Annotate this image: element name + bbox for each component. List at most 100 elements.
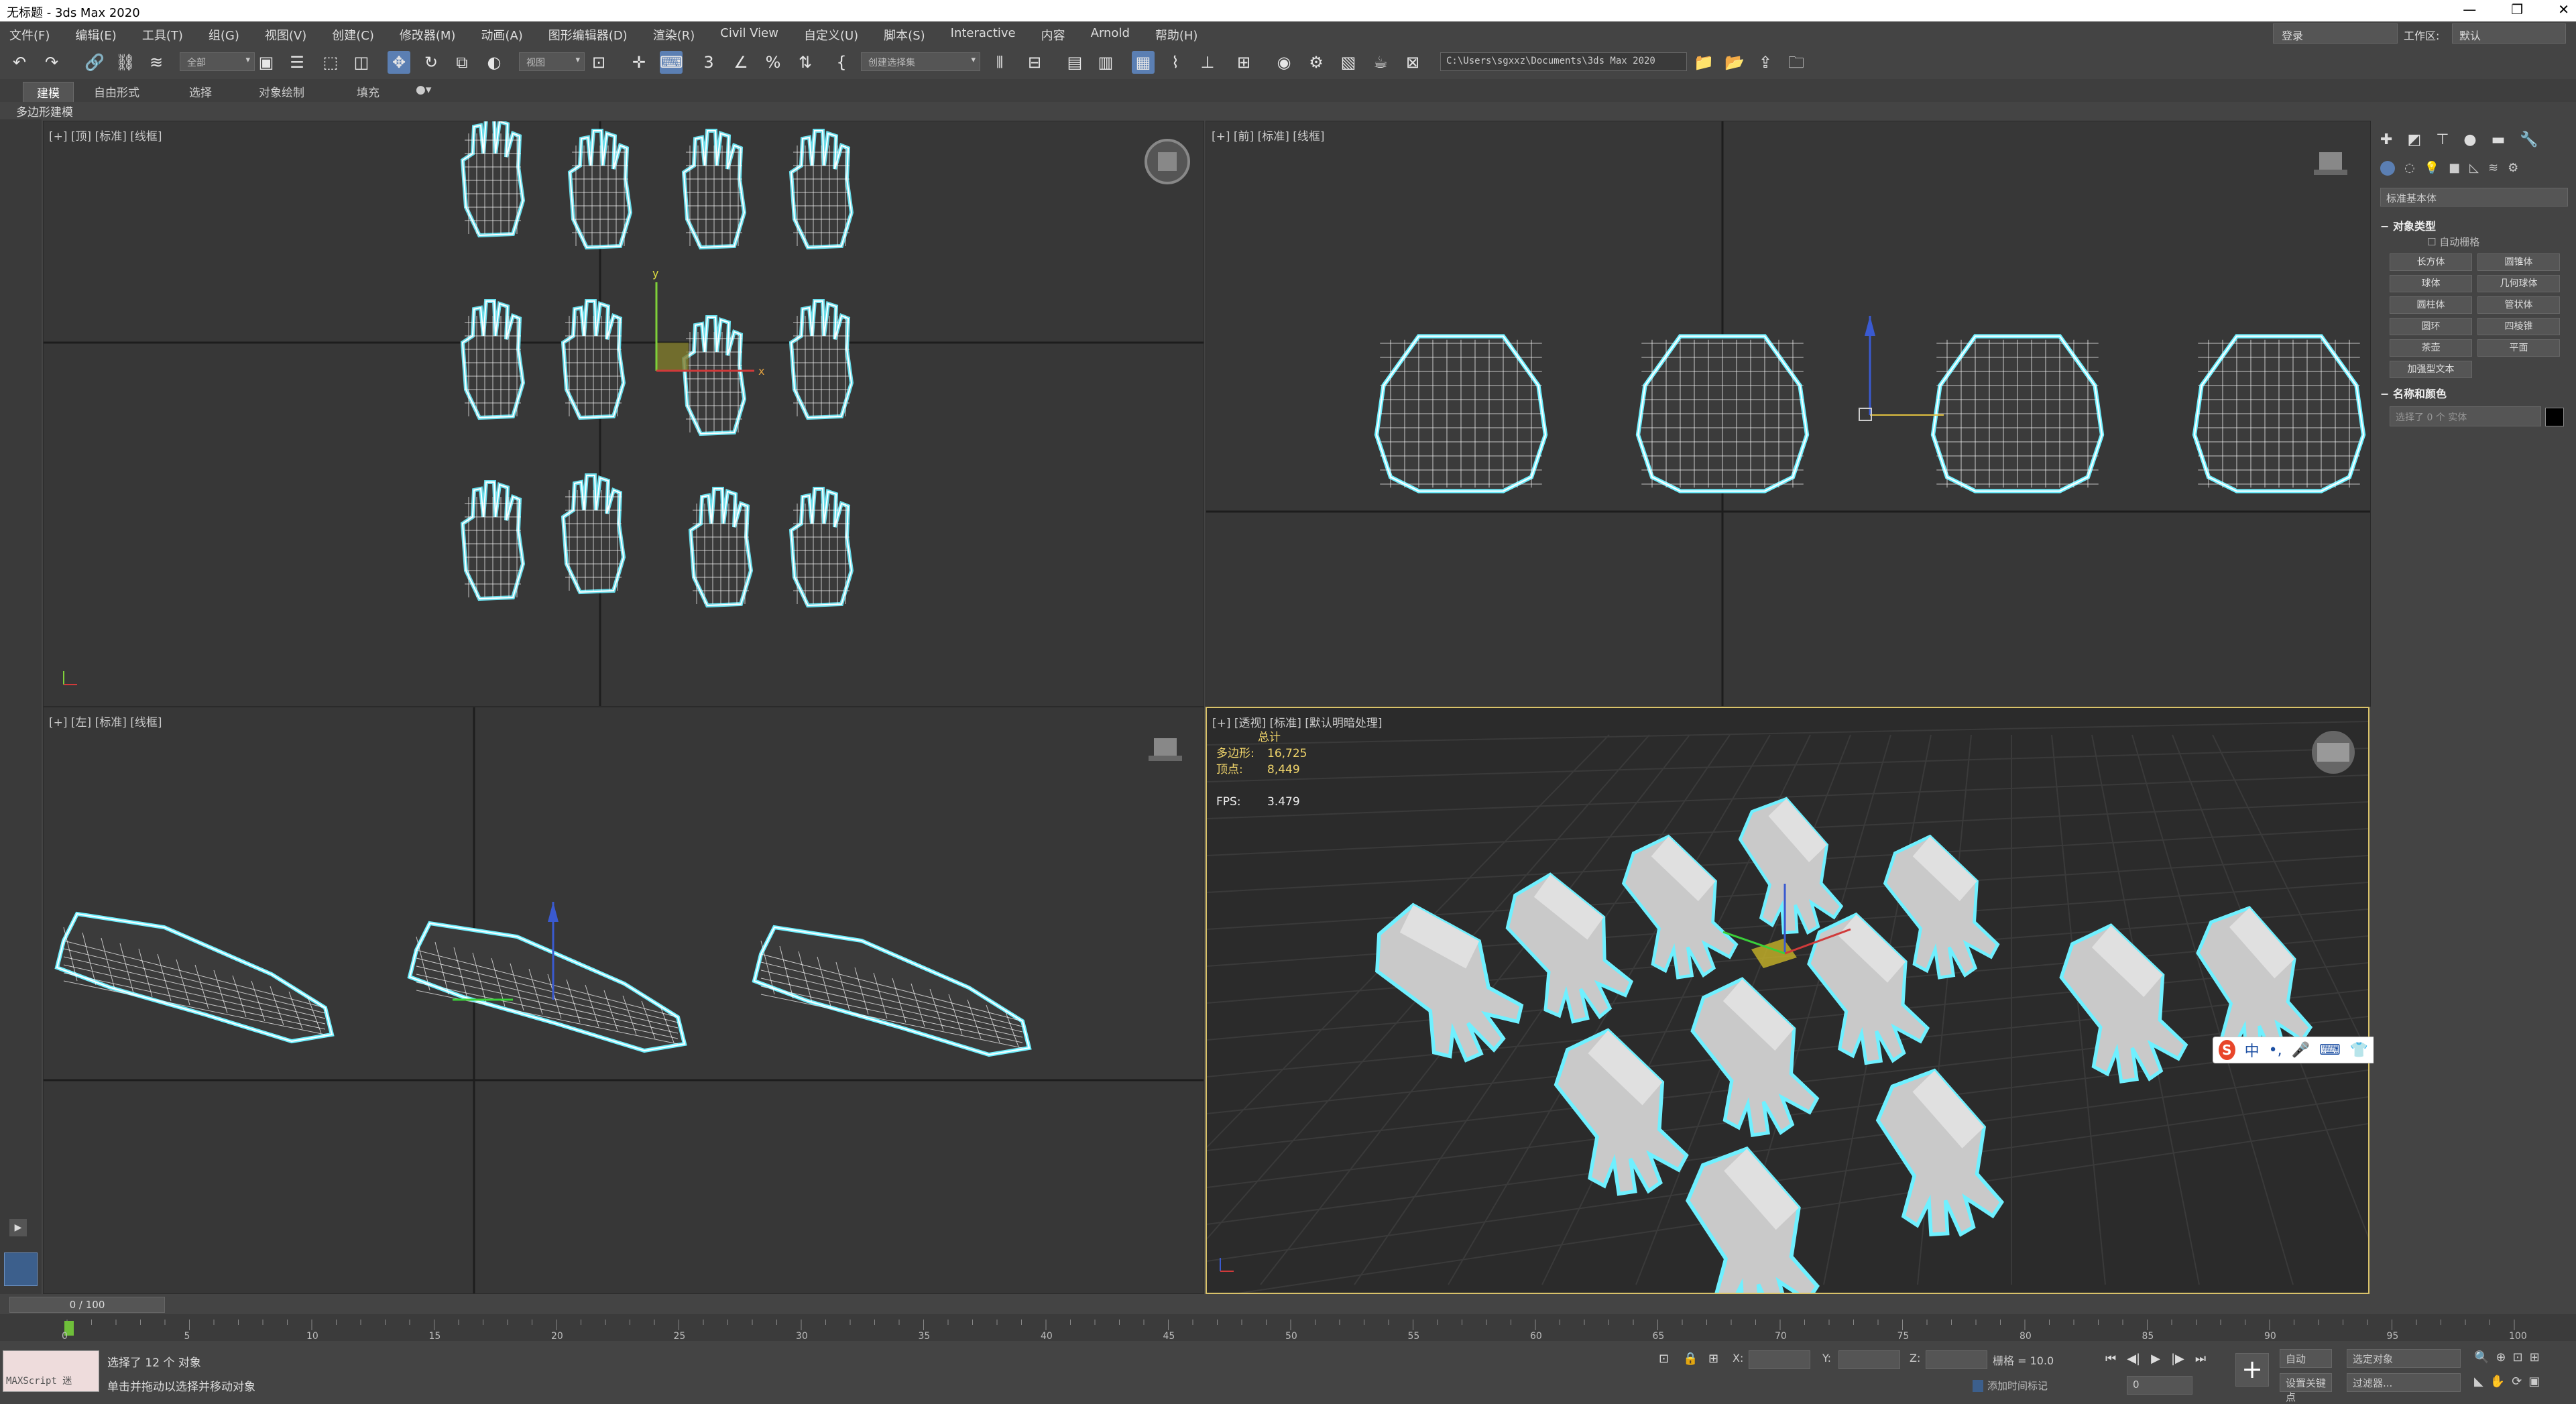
render-production-icon[interactable]: ☕ [1369,51,1392,74]
close-button[interactable]: ✕ [2558,1,2569,17]
primitive-button-1[interactable]: 圆锥体 [2477,253,2560,271]
hierarchy-tab-icon[interactable]: ⊤ [2436,131,2449,148]
mirror-icon[interactable]: ⫴ [988,51,1011,74]
menu-item-12[interactable]: 脚本(S) [884,26,925,44]
maximize-button[interactable]: ❐ [2511,1,2523,17]
left-hand-0[interactable] [54,911,335,1044]
add-time-tag[interactable]: 添加时间标记 [1973,1379,2048,1393]
primitive-category-dropdown[interactable]: 标准基本体 [2380,188,2568,207]
select-by-name-icon[interactable]: ☰ [286,51,308,74]
top-hand-10[interactable] [688,487,754,608]
minimize-button[interactable]: — [2463,1,2476,17]
polygon-modeling-label[interactable]: 多边形建模 [16,103,73,119]
pan-icon[interactable]: ✋ [2490,1374,2505,1389]
goto-start-icon[interactable]: ⏮ [2105,1352,2116,1366]
maxscript-listener[interactable]: MAXScript 迷 [3,1350,99,1392]
curve-editor-icon[interactable]: ⌇ [1164,51,1187,74]
ribbon-tab-modeling[interactable]: 建模 [23,82,74,103]
z-coord-field[interactable] [1926,1350,1987,1369]
gizmo-plane[interactable] [656,343,689,371]
menu-item-0[interactable]: 文件(F) [9,26,50,44]
primitive-button-5[interactable]: 管状体 [2477,296,2560,314]
menu-item-7[interactable]: 动画(A) [481,26,522,44]
primitive-button-6[interactable]: 圆环 [2390,318,2472,335]
redo-icon[interactable]: ↷ [40,51,63,74]
menu-item-3[interactable]: 组(G) [209,26,239,44]
front-hand-1[interactable] [1635,334,1810,493]
primitive-button-7[interactable]: 四棱锥 [2477,318,2560,335]
spacewarps-icon[interactable]: ≋ [2488,161,2498,176]
menu-item-14[interactable]: 内容 [1041,26,1065,44]
named-selection-dropdown[interactable]: 创建选择集 [861,52,980,71]
viewport-front-label[interactable]: [+] [前] [标准] [线框] [1212,127,1325,143]
ribbon-tab-freeform[interactable]: 自由形式 [80,82,153,101]
maximize-viewport-icon[interactable]: ▣ [2528,1374,2540,1389]
persp-hand-8[interactable] [2029,912,2207,1102]
zoom-extents-all-icon[interactable]: ⊞ [2530,1350,2540,1364]
toggle-ribbon-icon[interactable]: ▦ [1132,51,1155,74]
front-hand-0[interactable] [1374,334,1548,493]
primitive-button-3[interactable]: 几何球体 [2477,275,2560,292]
left-hand-2[interactable] [752,925,1032,1057]
select-and-move-icon[interactable]: ✥ [388,51,410,74]
menu-item-16[interactable]: 帮助(H) [1155,26,1198,44]
ribbon-tab-populate[interactable]: 填充 [343,82,393,101]
current-frame-field[interactable]: 0 [2127,1376,2192,1395]
menu-item-1[interactable]: 编辑(E) [75,26,116,44]
object-color-swatch[interactable] [2545,408,2564,426]
viewport-top[interactable]: y x [+] [顶] [标准] [线框] [43,121,1204,707]
persp-hand-5[interactable] [1522,1016,1708,1214]
utilities-tab-icon[interactable]: 🔧 [2520,131,2538,148]
ime-keyboard-icon[interactable]: ⌨ [2319,1042,2341,1059]
top-hand-9[interactable] [561,473,626,595]
top-hand-0[interactable] [460,121,526,238]
window-crossing-icon[interactable]: ◫ [350,51,373,74]
modify-tab-icon[interactable]: ◩ [2407,131,2421,148]
render-in-cloud-icon[interactable]: ⊠ [1401,51,1424,74]
ime-skin-icon[interactable]: 👕 [2350,1042,2368,1059]
motion-tab-icon[interactable]: ● [2463,131,2476,148]
scene-explorer-icon[interactable]: ▤ [1063,51,1086,74]
ref-coord-dropdown[interactable]: 视图 [519,52,585,71]
pivot-center-icon[interactable]: ⊡ [587,51,610,74]
zoom-icon[interactable]: 🔍 [2474,1350,2489,1364]
orbit-icon[interactable]: ⟳ [2512,1374,2522,1389]
lights-icon[interactable]: 💡 [2424,161,2439,176]
archive-icon[interactable]: 🗀 [1785,51,1808,74]
set-key-icon[interactable]: + [2235,1353,2269,1387]
top-hand-3[interactable] [788,129,854,250]
select-and-scale-icon[interactable]: ⧉ [451,51,473,74]
object-name-field[interactable]: 选择了 0 个 实体 [2390,406,2541,426]
ribbon-tab-object-paint[interactable]: 对象绘制 [245,82,318,101]
render-setup-icon[interactable]: ⚙ [1305,51,1328,74]
rendered-frame-window-icon[interactable]: ▧ [1337,51,1360,74]
auto-grid-checkbox[interactable]: ☐ 自动栅格 [2427,235,2479,249]
view-cube-left[interactable] [1154,738,1177,757]
display-tab-icon[interactable]: ▬ [2492,131,2506,148]
project-folder-icon[interactable]: 📁 [1692,51,1715,74]
bind-spacewarp-icon[interactable]: ≋ [145,51,168,74]
y-coord-field[interactable] [1838,1350,1900,1369]
set-key-button[interactable]: 设置关键点 [2280,1373,2332,1403]
ribbon-tab-selection[interactable]: 选择 [176,82,225,101]
field-of-view-icon[interactable]: ◣ [2474,1374,2483,1389]
ime-toolbar[interactable]: S 中 •, 🎤 ⌨ 👕 ▦ [2213,1037,2392,1063]
percent-snap-icon[interactable]: % [762,51,784,74]
manipulate-icon[interactable]: ✛ [628,51,650,74]
ime-punctuation-icon[interactable]: •, [2269,1042,2282,1059]
menu-item-15[interactable]: Arnold [1091,26,1130,44]
share-icon[interactable]: ⇪ [1754,51,1777,74]
project-path-dropdown[interactable]: C:\Users\sgxxz\Documents\3ds Max 2020 [1440,52,1687,71]
selection-filter-dropdown[interactable]: 全部 [180,52,255,71]
persp-hand-10[interactable] [1845,1057,2025,1254]
prev-frame-icon[interactable]: ◀| [2127,1352,2140,1366]
ime-chinese-mode[interactable]: 中 [2245,1039,2260,1061]
viewport-perspective-label[interactable]: [+] [透视] [标准] [默认明暗处理] [1212,713,1383,730]
zoom-extents-icon[interactable]: ⊡ [2513,1350,2523,1364]
absolute-mode-icon[interactable]: ⊞ [1708,1352,1718,1366]
auto-key-button[interactable]: 自动 [2280,1349,2332,1368]
top-hand-2[interactable] [681,129,747,250]
primitive-button-4[interactable]: 圆柱体 [2390,296,2472,314]
left-hand-1[interactable] [407,921,687,1053]
menu-item-13[interactable]: Interactive [951,26,1016,44]
